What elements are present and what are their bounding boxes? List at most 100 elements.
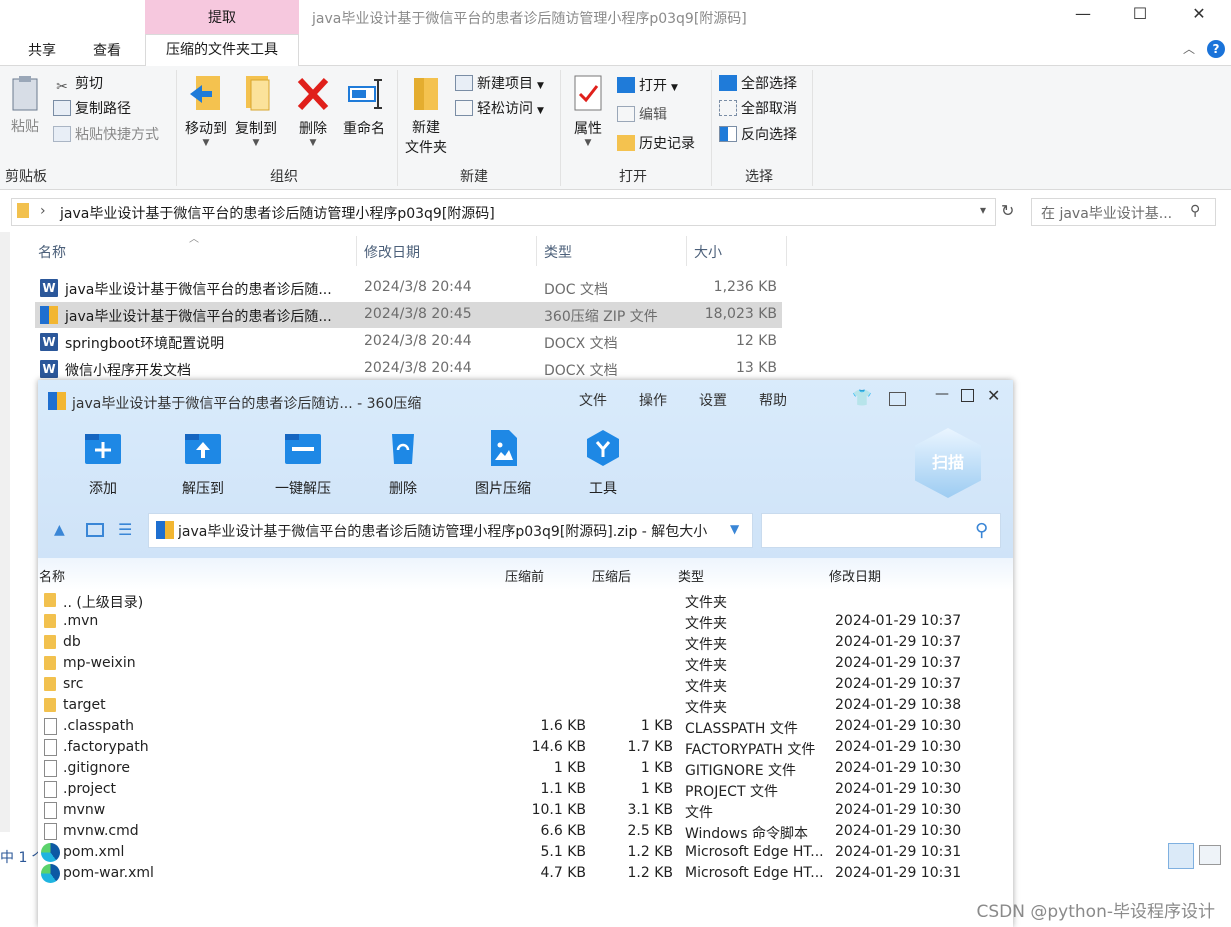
- maximize-button[interactable]: ☐: [1117, 4, 1163, 28]
- menu-help[interactable]: 帮助: [759, 390, 787, 410]
- zip-column-before[interactable]: 压缩前: [505, 566, 544, 585]
- context-tab-extract[interactable]: 提取: [145, 0, 299, 34]
- feedback-icon[interactable]: [889, 392, 906, 406]
- up-arrow-icon[interactable]: ▲: [54, 522, 65, 538]
- zip-row-name: .project: [63, 781, 117, 797]
- file-row[interactable]: W 微信小程序开发文档 2024/3/8 20:44 DOCX 文档 13 KB: [35, 356, 782, 382]
- zip-row[interactable]: .. (上级目录) 文件夹: [38, 590, 1013, 611]
- select-all-icon: [719, 75, 737, 91]
- minimize-button[interactable]: —: [935, 386, 949, 402]
- column-header-date[interactable]: 修改日期: [364, 242, 420, 262]
- zip-row-name: .mvn: [63, 613, 99, 629]
- list-view-icon[interactable]: ☰: [118, 520, 132, 539]
- file-icon: [44, 739, 57, 756]
- file-row-selected[interactable]: java毕业设计基于微信平台的患者诊后随... 2024/3/8 20:45 3…: [35, 302, 782, 328]
- zip-row[interactable]: mvnw.cmd 6.6 KB 2.5 KB Windows 命令脚本 2024-01-…: [38, 821, 1013, 842]
- refresh-icon[interactable]: ↻: [1001, 201, 1014, 220]
- select-none-button[interactable]: 全部取消: [719, 97, 797, 121]
- zip-row[interactable]: .project 1.1 KB 1 KB PROJECT 文件 2024-01-29 1…: [38, 779, 1013, 800]
- skin-shirt-icon[interactable]: 👕: [852, 388, 872, 407]
- tab-compressed-folder-tools[interactable]: 压缩的文件夹工具: [145, 34, 299, 66]
- zip-search-input[interactable]: [761, 513, 1001, 548]
- zip-column-name[interactable]: 名称: [39, 566, 65, 585]
- zip-row[interactable]: pom.xml 5.1 KB 1.2 KB Microsoft Edge HT... 2…: [38, 842, 1013, 863]
- zip-row-name: .. (上级目录): [63, 595, 144, 611]
- column-divider[interactable]: [536, 236, 537, 266]
- move-to-button[interactable]: 移动到 ▼: [182, 74, 230, 148]
- zip-row-name: .gitignore: [63, 760, 130, 776]
- zip-row[interactable]: target 文件夹 2024-01-29 10:38: [38, 695, 1013, 716]
- close-button[interactable]: ✕: [1176, 4, 1222, 28]
- zip-row-date: 2024-01-29 10:30: [835, 718, 962, 734]
- image-compress-button[interactable]: 图片压缩: [463, 428, 543, 498]
- zip-row-name: mvnw.cmd: [63, 823, 139, 839]
- zip-row[interactable]: .factorypath 14.6 KB 1.7 KB FACTORYPATH 文件 2…: [38, 737, 1013, 758]
- zip-column-type[interactable]: 类型: [678, 566, 704, 585]
- tools-button[interactable]: 工具: [563, 428, 643, 498]
- zip-row-type: 文件: [685, 805, 713, 821]
- thumbnail-view-icon[interactable]: [1199, 845, 1221, 865]
- zip-column-date[interactable]: 修改日期: [829, 566, 881, 585]
- extract-to-label: 解压到: [182, 481, 224, 497]
- edit-button[interactable]: 编辑: [617, 103, 667, 127]
- menu-operation[interactable]: 操作: [639, 390, 667, 410]
- zip-archive-icon: [40, 306, 58, 324]
- collapse-ribbon-icon[interactable]: ︿: [1183, 40, 1195, 57]
- menu-settings[interactable]: 设置: [699, 390, 727, 410]
- zip-row[interactable]: pom-war.xml 4.7 KB 1.2 KB Microsoft Edge HT…: [38, 863, 1013, 884]
- column-header-name[interactable]: 名称: [38, 242, 66, 262]
- zip-row[interactable]: db 文件夹 2024-01-29 10:37: [38, 632, 1013, 653]
- history-button[interactable]: 历史记录: [617, 132, 695, 156]
- zip-column-after[interactable]: 压缩后: [592, 566, 631, 585]
- new-folder-button[interactable]: 新建 文件夹: [402, 74, 450, 158]
- details-view-icon[interactable]: [1168, 843, 1194, 869]
- open-button[interactable]: 打开 ▼: [617, 74, 678, 98]
- file-row[interactable]: W java毕业设计基于微信平台的患者诊后随... 2024/3/8 20:44…: [35, 275, 782, 301]
- new-item-button[interactable]: 新建项目 ▼: [455, 72, 544, 96]
- one-click-extract-label: 一键解压: [275, 481, 331, 497]
- tab-view[interactable]: 查看: [93, 40, 121, 60]
- properties-button[interactable]: 属性 ▼: [566, 74, 610, 148]
- column-header-type[interactable]: 类型: [544, 242, 572, 262]
- column-divider[interactable]: [786, 236, 787, 266]
- close-button[interactable]: ✕: [987, 386, 1000, 405]
- menu-file[interactable]: 文件: [579, 390, 607, 410]
- maximize-button[interactable]: [961, 389, 974, 402]
- zip-row[interactable]: mp-weixin 文件夹 2024-01-29 10:37: [38, 653, 1013, 674]
- zip-row[interactable]: src 文件夹 2024-01-29 10:37: [38, 674, 1013, 695]
- search-icon[interactable]: ⚲: [975, 520, 988, 541]
- zip-archive-icon: [156, 521, 174, 539]
- search-icon[interactable]: ⚲: [1190, 203, 1200, 219]
- one-click-extract-button[interactable]: 一键解压: [263, 428, 343, 498]
- cut-button[interactable]: ✂ 剪切: [53, 72, 103, 96]
- column-divider[interactable]: [686, 236, 687, 266]
- nav-pane-scrollbar[interactable]: [0, 232, 10, 832]
- column-divider[interactable]: [356, 236, 357, 266]
- chevron-down-icon[interactable]: ▾: [980, 203, 986, 217]
- select-all-button[interactable]: 全部选择: [719, 72, 797, 96]
- thumbnail-view-icon[interactable]: [86, 523, 104, 537]
- column-header-size[interactable]: 大小: [694, 242, 722, 262]
- rename-button[interactable]: 重命名: [340, 74, 388, 138]
- add-button[interactable]: 添加: [63, 428, 143, 498]
- easy-access-button[interactable]: 轻松访问 ▼: [455, 97, 544, 121]
- file-row[interactable]: W springboot环境配置说明 2024/3/8 20:44 DOCX 文…: [35, 329, 782, 355]
- chevron-down-icon[interactable]: ▼: [730, 522, 739, 536]
- zip-row[interactable]: .mvn 文件夹 2024-01-29 10:37: [38, 611, 1013, 632]
- zip-row[interactable]: mvnw 10.1 KB 3.1 KB 文件 2024-01-29 10:30: [38, 800, 1013, 821]
- paste-button[interactable]: 粘贴: [5, 74, 45, 136]
- zip-row[interactable]: .classpath 1.6 KB 1 KB CLASSPATH 文件 2024-01-…: [38, 716, 1013, 737]
- tab-share[interactable]: 共享: [28, 40, 56, 60]
- delete-button[interactable]: 删除 ▼: [292, 74, 334, 148]
- zip-row[interactable]: .gitignore 1 KB 1 KB GITIGNORE 文件 2024-01-29…: [38, 758, 1013, 779]
- file-icon: [44, 823, 57, 840]
- paste-shortcut-button[interactable]: 粘贴快捷方式: [53, 123, 159, 147]
- invert-selection-button[interactable]: 反向选择: [719, 123, 797, 147]
- extract-to-button[interactable]: 解压到: [163, 428, 243, 498]
- copy-to-button[interactable]: 复制到 ▼: [232, 74, 280, 148]
- help-icon[interactable]: ?: [1207, 40, 1225, 58]
- delete-button[interactable]: 删除: [363, 428, 443, 498]
- copy-path-button[interactable]: 复制路径: [53, 97, 131, 121]
- minimize-button[interactable]: —: [1060, 4, 1106, 28]
- zip-row-after: 1.7 KB: [627, 739, 674, 755]
